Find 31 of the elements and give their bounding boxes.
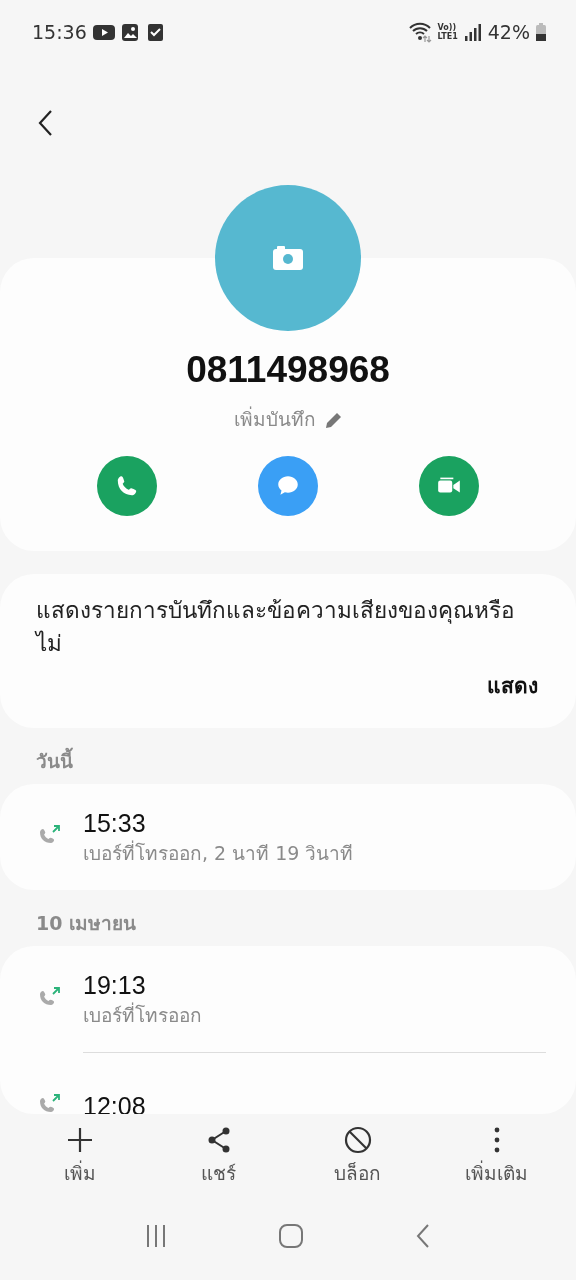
message-button[interactable] xyxy=(258,456,318,516)
outgoing-call-icon xyxy=(38,1092,62,1114)
more-button[interactable]: เพิ่มเติม xyxy=(436,1126,557,1188)
more-options-icon xyxy=(493,1126,500,1154)
date-header: 10 เมษายน xyxy=(35,911,138,936)
recent-apps-icon[interactable] xyxy=(146,1224,167,1248)
battery-icon xyxy=(536,23,546,41)
battery-percent: 42% xyxy=(487,21,530,43)
camera-icon xyxy=(273,246,303,270)
video-play-icon xyxy=(92,22,115,42)
block-icon xyxy=(343,1126,372,1154)
share-button[interactable]: แชร์ xyxy=(158,1126,279,1188)
call-detail: เบอร์ที่โทรออก xyxy=(83,1001,202,1028)
call-time: 15:33 xyxy=(83,808,147,839)
image-icon xyxy=(120,22,139,42)
block-button[interactable]: บล็อก xyxy=(297,1126,418,1188)
wifi-icon xyxy=(407,20,432,44)
add-button[interactable]: เพิ่ม xyxy=(19,1126,140,1188)
back-icon xyxy=(37,109,55,137)
signal-icon xyxy=(463,22,482,42)
clock: 15:36 xyxy=(32,21,87,43)
call-time: 19:13 xyxy=(83,970,147,1001)
volte-label: Vo)) LTE1 xyxy=(437,23,458,41)
home-icon[interactable] xyxy=(279,1224,303,1248)
add-icon xyxy=(65,1126,94,1154)
date-header: วันนี้ xyxy=(0,728,576,784)
back-icon[interactable] xyxy=(415,1224,430,1248)
notice-text: แสดงรายการบันทึกและข้อความเสียงของคุณหรือไม่ xyxy=(36,596,516,658)
phone-number: 0811498968 xyxy=(186,348,390,392)
show-button[interactable]: แสดง xyxy=(487,669,538,702)
call-detail: เบอร์ที่โทรออก, 2 นาที 19 วินาที xyxy=(83,839,354,866)
